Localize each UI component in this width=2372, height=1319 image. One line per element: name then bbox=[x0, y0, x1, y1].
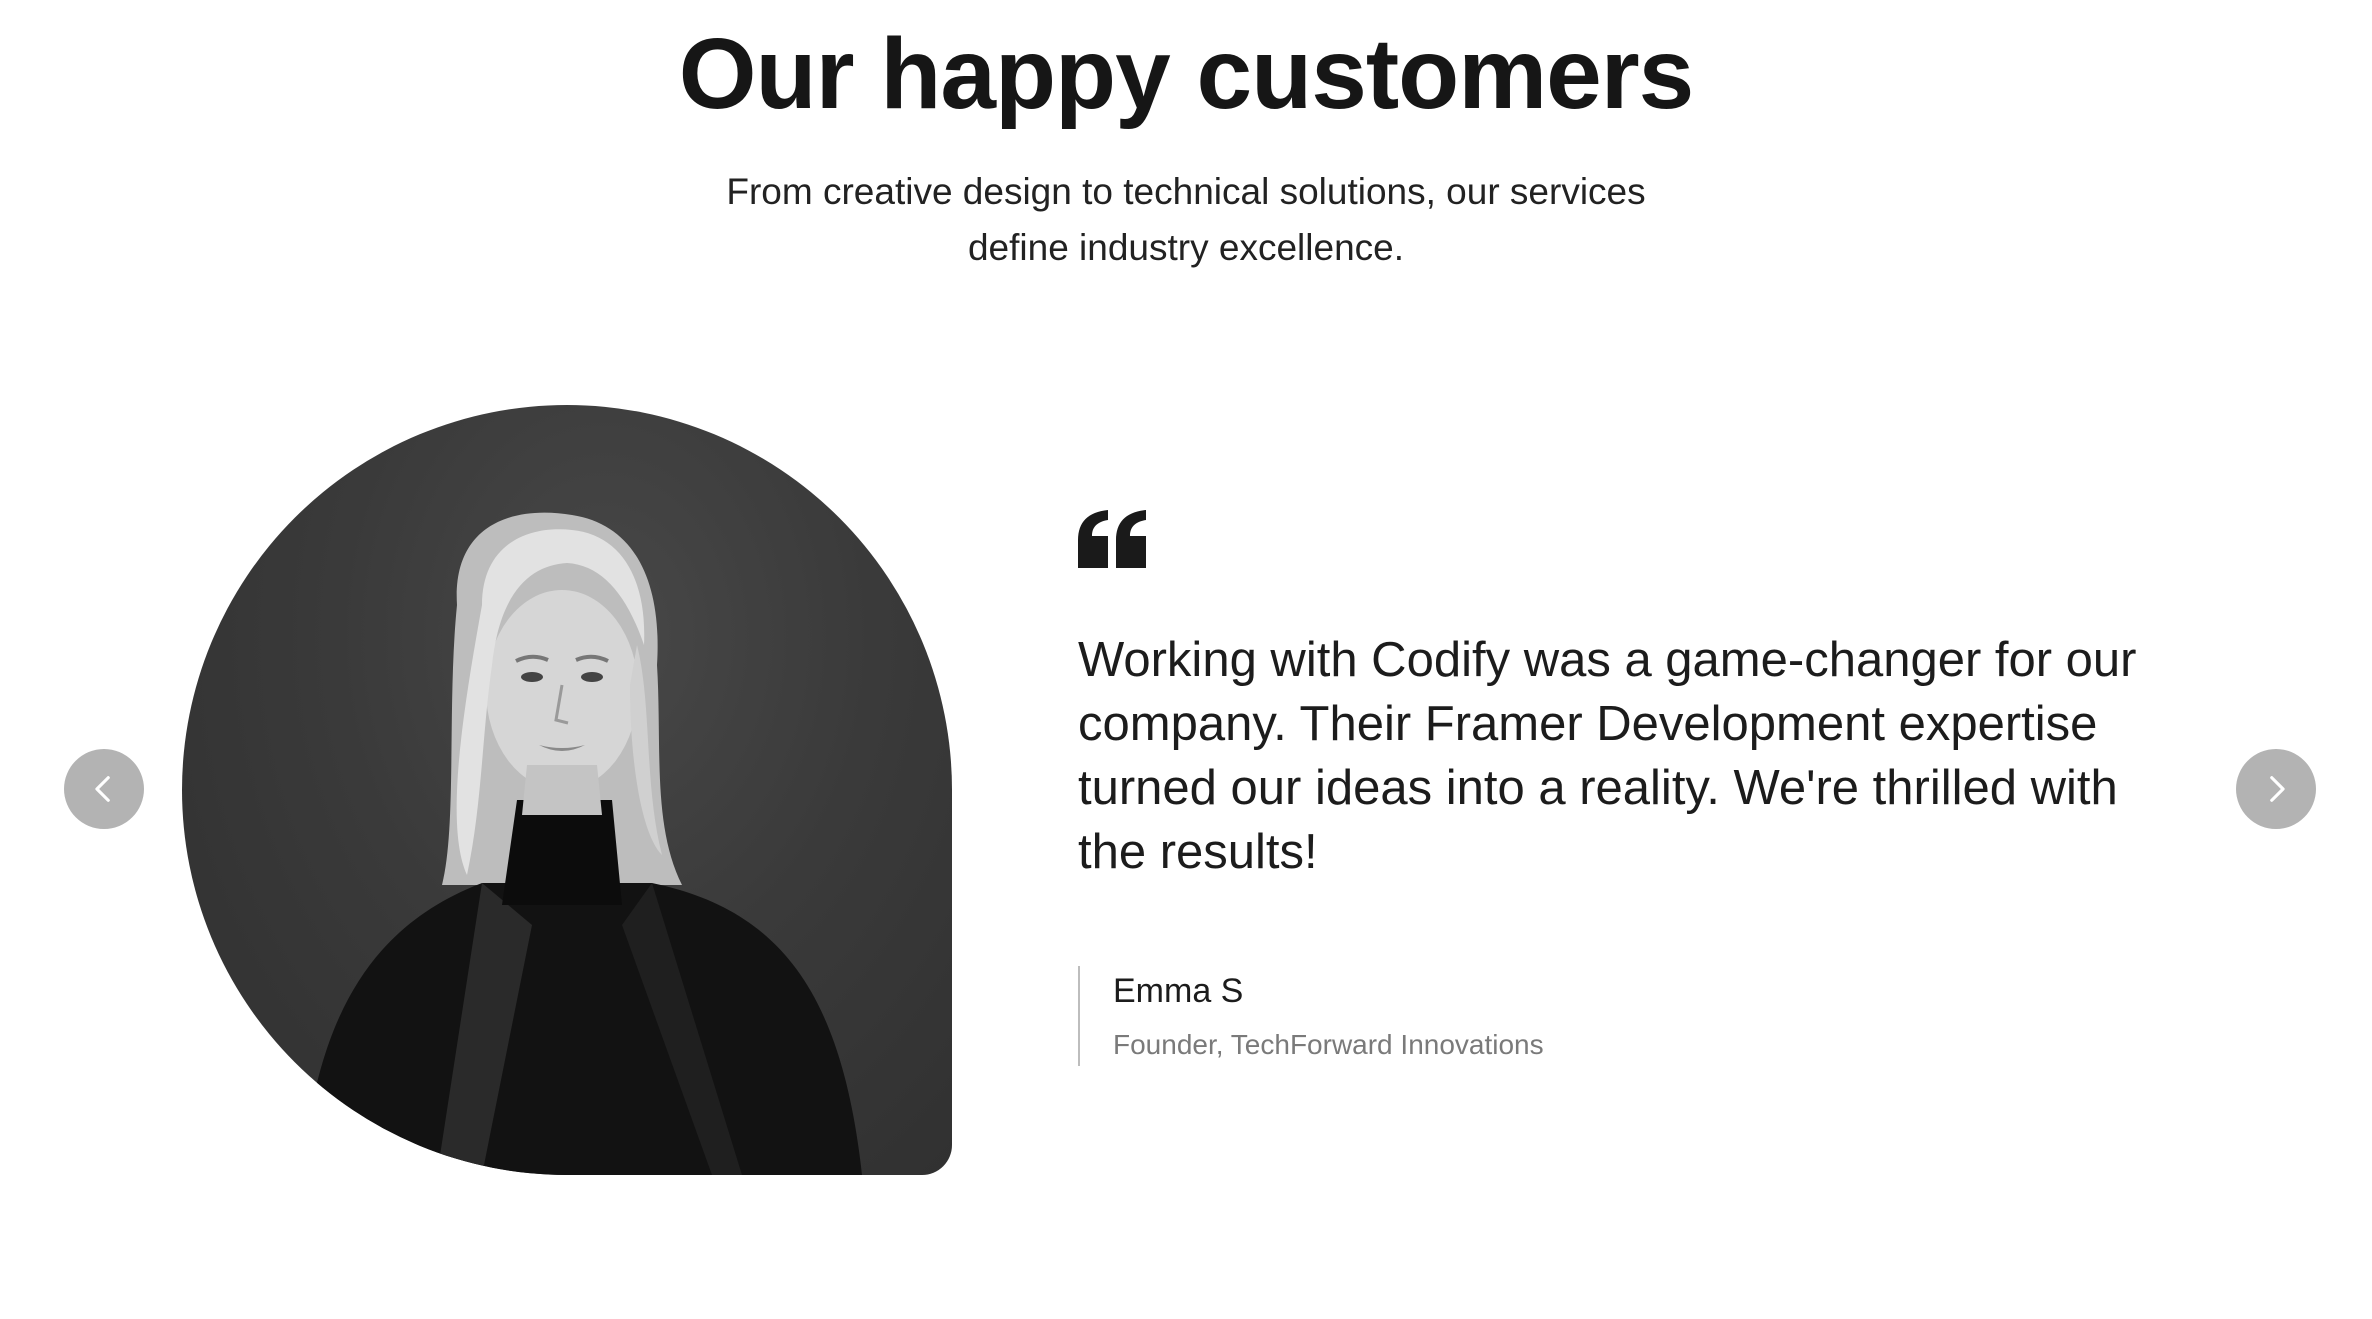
quote-open-icon bbox=[1078, 510, 1146, 568]
testimonial-quote: Working with Codify was a game-changer f… bbox=[1078, 633, 2137, 879]
carousel-prev-button[interactable] bbox=[64, 749, 144, 829]
testimonial-author: Emma S Founder, TechForward Innovations bbox=[1078, 966, 1544, 1066]
section-title: Our happy customers bbox=[678, 18, 1695, 130]
carousel-next-button[interactable] bbox=[2236, 749, 2316, 829]
section-subtitle: From creative design to technical soluti… bbox=[726, 171, 1646, 268]
chevron-right-icon bbox=[2270, 776, 2285, 802]
author-name: Emma S bbox=[1113, 972, 1244, 1010]
chevron-left-icon bbox=[95, 776, 110, 802]
customer-photo bbox=[182, 405, 952, 1175]
author-role: Founder, TechForward Innovations bbox=[1113, 1029, 1544, 1060]
